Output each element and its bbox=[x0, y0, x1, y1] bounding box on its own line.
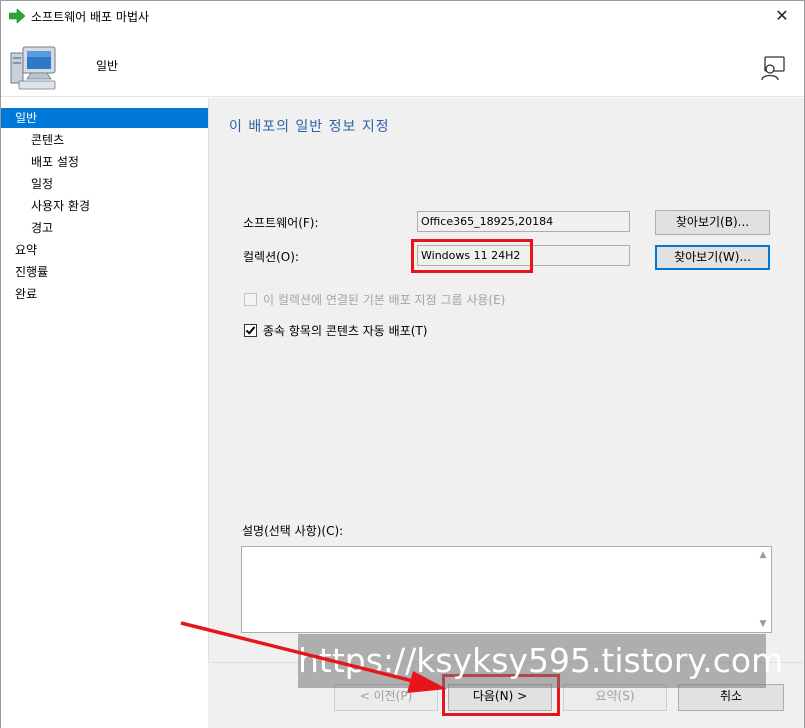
wizard-content: 이 배포의 일반 정보 지정 소프트웨어(F): Office365_18925… bbox=[208, 98, 804, 662]
watermark-url: https://ksyksy595.tistory.com bbox=[298, 634, 783, 688]
close-icon: ✕ bbox=[775, 6, 789, 25]
nav-item-label: 진행률 bbox=[15, 265, 49, 279]
window-title: 소프트웨어 배포 마법사 bbox=[31, 10, 150, 24]
comment-label: 설명(선택 사항)(C): bbox=[242, 524, 344, 538]
nav-item-deployment-settings[interactable]: 배포 설정 bbox=[31, 152, 79, 172]
use-default-dp-checkbox[interactable] bbox=[244, 293, 257, 306]
nav-item-label: 일반 bbox=[15, 111, 38, 125]
use-default-dp-checkbox-row[interactable]: 이 컬렉션에 연결된 기본 배포 지점 그룹 사용(E) bbox=[244, 291, 505, 308]
nav-item-general[interactable]: 일반 bbox=[1, 108, 208, 128]
nav-item-content[interactable]: 콘텐츠 bbox=[31, 130, 64, 150]
scroll-up-icon[interactable]: ▲ bbox=[757, 549, 769, 561]
nav-item-user-experience[interactable]: 사용자 환경 bbox=[31, 196, 90, 216]
collection-field[interactable]: Windows 11 24H2 bbox=[417, 245, 630, 266]
scroll-down-icon[interactable]: ▼ bbox=[757, 618, 769, 630]
collection-label: 컬렉션(O): bbox=[243, 250, 299, 264]
next-button[interactable]: 다음(N) > bbox=[448, 684, 552, 711]
use-default-dp-label: 이 컬렉션에 연결된 기본 배포 지점 그룹 사용(E) bbox=[263, 293, 506, 307]
nav-item-label: 완료 bbox=[15, 287, 38, 301]
nav-item-label: 요약 bbox=[15, 243, 38, 257]
auto-distribute-checkbox[interactable] bbox=[244, 324, 257, 337]
nav-item-completion[interactable]: 완료 bbox=[15, 284, 37, 304]
nav-item-label: 일정 bbox=[31, 177, 54, 191]
computer-icon bbox=[10, 46, 56, 90]
wizard-window: 소프트웨어 배포 마법사 ✕ 일반 일반 콘텐츠 배포 설정 일정 사용자 환경… bbox=[0, 0, 805, 728]
wizard-header: 일반 bbox=[1, 31, 804, 97]
software-field[interactable]: Office365_18925,20184 bbox=[417, 211, 630, 232]
nav-item-alerts[interactable]: 경고 bbox=[31, 218, 53, 238]
software-browse-button[interactable]: 찾아보기(B)... bbox=[655, 210, 770, 235]
nav-item-label: 경고 bbox=[31, 221, 54, 235]
green-arrow-icon bbox=[9, 9, 25, 23]
nav-item-label: 콘텐츠 bbox=[31, 133, 65, 147]
collection-browse-button[interactable]: 찾아보기(W)... bbox=[655, 245, 770, 270]
nav-item-progress[interactable]: 진행률 bbox=[15, 262, 48, 282]
nav-item-label: 사용자 환경 bbox=[31, 199, 91, 213]
header-title: 일반 bbox=[96, 59, 119, 73]
software-label: 소프트웨어(F): bbox=[243, 216, 319, 230]
nav-item-schedule[interactable]: 일정 bbox=[31, 174, 53, 194]
cancel-button[interactable]: 취소 bbox=[678, 684, 784, 711]
auto-distribute-checkbox-row[interactable]: 종속 항목의 콘텐츠 자동 배포(T) bbox=[244, 322, 427, 339]
summary-button[interactable]: 요약(S) bbox=[563, 684, 667, 711]
nav-item-label: 배포 설정 bbox=[31, 155, 79, 169]
comment-textarea[interactable]: ▲ ▼ bbox=[241, 546, 772, 633]
wizard-nav: 일반 콘텐츠 배포 설정 일정 사용자 환경 경고 요약 진행률 완료 bbox=[1, 98, 208, 728]
nav-item-summary[interactable]: 요약 bbox=[15, 240, 37, 260]
auto-distribute-label: 종속 항목의 콘텐츠 자동 배포(T) bbox=[263, 324, 428, 338]
prev-button[interactable]: < 이전(P) bbox=[334, 684, 438, 711]
page-title: 이 배포의 일반 정보 지정 bbox=[229, 119, 390, 135]
title-bar: 소프트웨어 배포 마법사 ✕ bbox=[1, 1, 804, 31]
help-person-icon[interactable] bbox=[760, 55, 786, 81]
close-button[interactable]: ✕ bbox=[770, 5, 794, 27]
checkmark-icon bbox=[245, 324, 256, 335]
